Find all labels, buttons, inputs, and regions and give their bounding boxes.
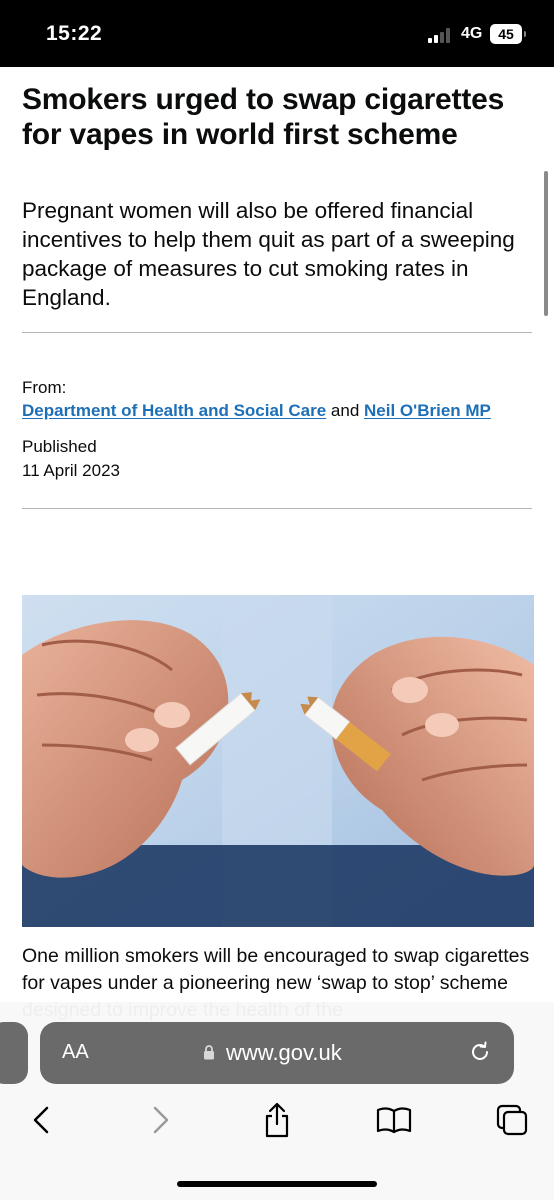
hero-image-broken-cigarette [22,595,534,927]
bookmarks-icon [376,1107,412,1134]
cellular-signal-icon [428,27,454,43]
from-label: From: [22,378,67,397]
article-headline: Smokers urged to swap cigarettes for vap… [22,83,505,151]
tabs-button[interactable] [490,1095,534,1145]
lock-icon [204,1045,214,1060]
link-neil-obrien[interactable]: Neil O'Brien MP [364,401,491,420]
share-button[interactable] [255,1095,299,1145]
scroll-indicator[interactable] [544,171,548,316]
published-date: 11 April 2023 [22,461,120,480]
published-label: Published [22,437,97,456]
article-published: Published 11 April 2023 [22,435,534,483]
from-and-text: and [330,401,360,420]
battery-icon: 45 [490,24,526,44]
tabs-icon [496,1104,528,1136]
article: Smokers urged to swap cigarettes for vap… [22,67,534,1021]
share-icon [265,1102,289,1138]
forward-button[interactable] [139,1095,183,1145]
browser-toolbar [0,1095,554,1145]
network-type: 4G [461,25,483,42]
status-time: 15:22 [46,22,103,45]
article-from: From: Department of Health and Social Ca… [22,376,534,422]
address-bar[interactable]: AA www.gov.uk [40,1022,514,1084]
divider [22,332,532,333]
reload-icon[interactable] [467,1039,493,1065]
forward-icon [153,1106,169,1134]
status-bar: 15:22 4G 45 [0,0,554,67]
divider [22,508,532,509]
back-button[interactable] [19,1095,63,1145]
previous-tab-edge[interactable] [0,1022,28,1084]
bookmarks-button[interactable] [372,1095,416,1145]
text-size-button[interactable]: AA [62,1041,89,1064]
back-icon [33,1106,49,1134]
home-indicator[interactable] [177,1181,377,1187]
url-text[interactable]: www.gov.uk [226,1040,342,1066]
link-department[interactable]: Department of Health and Social Care [22,401,326,420]
article-lede: Pregnant women will also be offered fina… [22,198,515,310]
